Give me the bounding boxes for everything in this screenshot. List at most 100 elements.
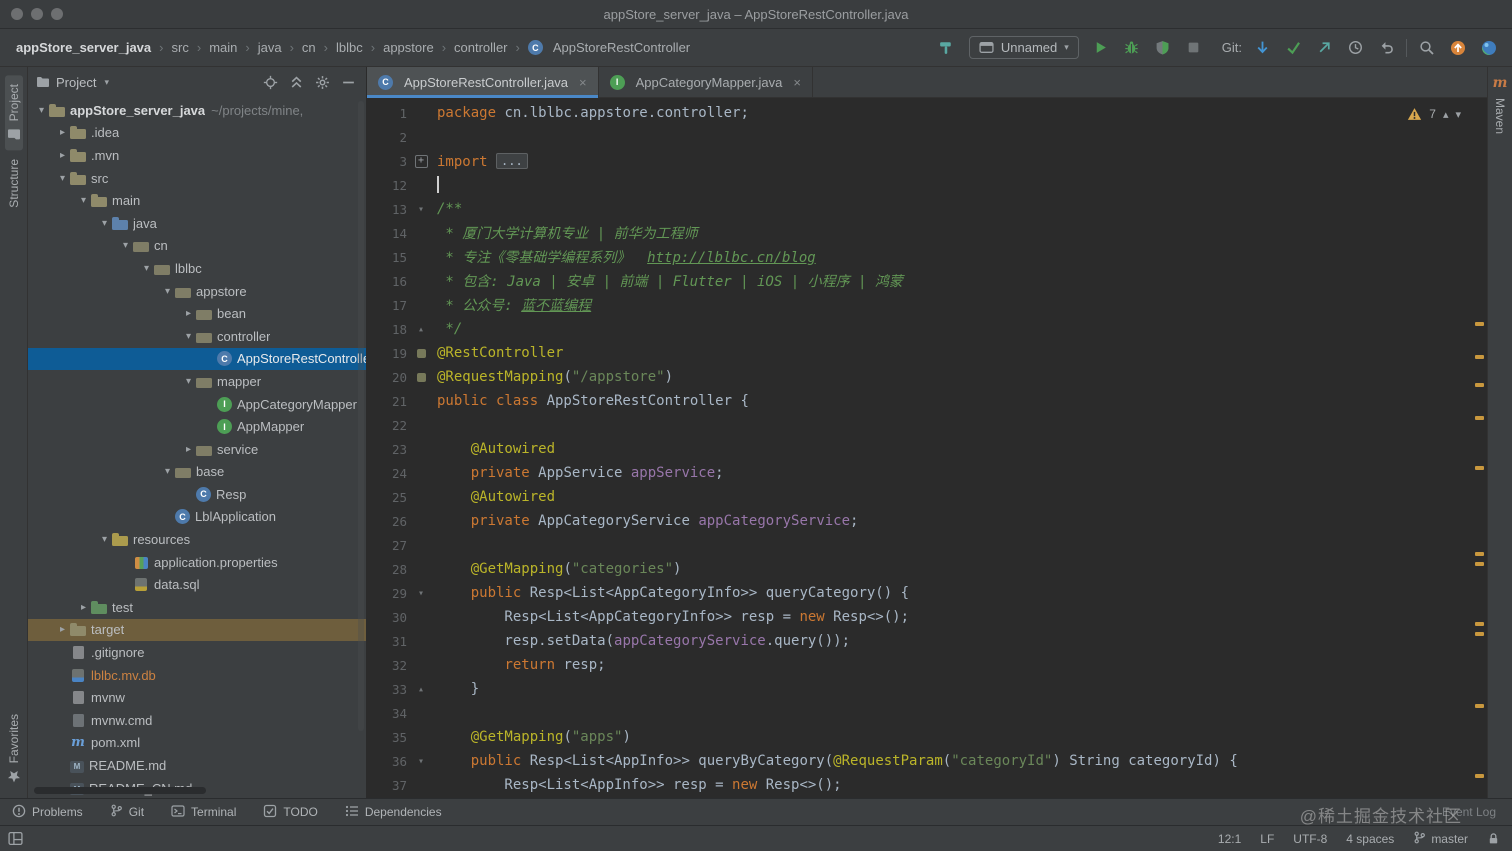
chevron-closed-icon[interactable]: ▸ bbox=[181, 308, 196, 319]
warning-stripe-mark[interactable] bbox=[1474, 562, 1484, 566]
tree-item-resources[interactable]: ▾ resources bbox=[28, 528, 366, 551]
warning-stripe-mark[interactable] bbox=[1474, 466, 1484, 470]
tree-item-base[interactable]: ▾ base bbox=[28, 461, 366, 484]
warning-stripe-mark[interactable] bbox=[1474, 322, 1484, 326]
tree-item-bean[interactable]: ▸ bean bbox=[28, 302, 366, 325]
run-configuration-select[interactable]: Unnamed ▾ bbox=[968, 36, 1079, 59]
warning-stripe-mark[interactable] bbox=[1474, 383, 1484, 387]
close-icon[interactable]: × bbox=[793, 75, 801, 90]
code-line-23[interactable]: 23 @Autowired bbox=[367, 437, 1487, 461]
tool-button-maven[interactable]: m Maven bbox=[1493, 75, 1508, 134]
code-line-37[interactable]: 37 Resp<List<AppInfo>> resp = new Resp<>… bbox=[367, 773, 1487, 797]
gutter-open-icon[interactable]: ▾ bbox=[407, 204, 435, 215]
chevron-open-icon[interactable]: ▾ bbox=[181, 376, 196, 387]
hide-panel-button[interactable] bbox=[341, 75, 356, 90]
code-line-21[interactable]: 21 public class AppStoreRestController { bbox=[367, 389, 1487, 413]
tree-item-appstore[interactable]: ▾ appstore bbox=[28, 280, 366, 303]
tree-item-readme-md[interactable]: M README.md bbox=[28, 754, 366, 777]
warning-stripe-mark[interactable] bbox=[1474, 632, 1484, 636]
chevron-open-icon[interactable]: ▾ bbox=[181, 331, 196, 342]
gear-icon[interactable] bbox=[315, 75, 330, 90]
update-notification-icon[interactable] bbox=[1447, 37, 1469, 59]
breadcrumb-item-java[interactable]: java bbox=[258, 40, 282, 55]
tree-item-main[interactable]: ▾ main bbox=[28, 189, 366, 212]
warning-stripe-mark[interactable] bbox=[1474, 355, 1484, 359]
tree-item-controller[interactable]: ▾ controller bbox=[28, 325, 366, 348]
zoom-window-button[interactable] bbox=[51, 8, 63, 20]
tool-button-favorites[interactable]: Favorites bbox=[5, 705, 23, 792]
code-line-28[interactable]: 28 @GetMapping("categories") bbox=[367, 557, 1487, 581]
breadcrumb-item-appstorerestcontroller[interactable]: C AppStoreRestController bbox=[527, 40, 690, 55]
tree-item-appstore-server-java[interactable]: ▾ appStore_server_java ~/projects/mine, bbox=[28, 99, 366, 122]
status-git-branch[interactable]: master bbox=[1413, 831, 1468, 847]
locate-file-button[interactable] bbox=[263, 75, 278, 90]
tree-item-service[interactable]: ▸ service bbox=[28, 438, 366, 461]
chevron-open-icon[interactable]: ▾ bbox=[160, 286, 175, 297]
tree-item-cn[interactable]: ▾ cn bbox=[28, 235, 366, 258]
coverage-button[interactable] bbox=[1152, 37, 1174, 59]
code-line-30[interactable]: 30 Resp<List<AppCategoryInfo>> resp = ne… bbox=[367, 605, 1487, 629]
code-line-26[interactable]: 26 private AppCategoryService appCategor… bbox=[367, 509, 1487, 533]
code-line-3[interactable]: 3 + import ... bbox=[367, 149, 1487, 173]
tree-item-lblbc-mv-db[interactable]: lblbc.mv.db bbox=[28, 664, 366, 687]
tree-item-gitignore[interactable]: .gitignore bbox=[28, 641, 366, 664]
code-line-36[interactable]: 36 ▾ public Resp<List<AppInfo>> queryByCa… bbox=[367, 749, 1487, 773]
tree-item-lblapplication[interactable]: C LblApplication bbox=[28, 506, 366, 529]
tree-item-application-properties[interactable]: application.properties bbox=[28, 551, 366, 574]
tree-item-pom-xml[interactable]: m pom.xml bbox=[28, 732, 366, 755]
tree-item-lblbc[interactable]: ▾ lblbc bbox=[28, 257, 366, 280]
debug-button[interactable] bbox=[1121, 37, 1143, 59]
tree-item-appmapper[interactable]: I AppMapper bbox=[28, 415, 366, 438]
code-line-31[interactable]: 31 resp.setData(appCategoryService.query… bbox=[367, 629, 1487, 653]
build-hammer-icon[interactable] bbox=[936, 37, 958, 59]
tool-button-terminal[interactable]: Terminal bbox=[171, 804, 236, 821]
breadcrumb-item-cn[interactable]: cn bbox=[302, 40, 316, 55]
collapse-all-button[interactable] bbox=[289, 75, 304, 90]
warning-stripe-mark[interactable] bbox=[1474, 552, 1484, 556]
tree-item-mvn[interactable]: ▸ .mvn bbox=[28, 144, 366, 167]
warning-stripe-mark[interactable] bbox=[1474, 416, 1484, 420]
stop-button[interactable] bbox=[1183, 37, 1205, 59]
toolwindow-toggle-icon[interactable] bbox=[8, 831, 23, 846]
code-line-35[interactable]: 35 @GetMapping("apps") bbox=[367, 725, 1487, 749]
project-view-select[interactable]: Project ▾ bbox=[36, 75, 109, 90]
warning-stripe-mark[interactable] bbox=[1474, 622, 1484, 626]
code-line-24[interactable]: 24 private AppService appService; bbox=[367, 461, 1487, 485]
code-line-25[interactable]: 25 @Autowired bbox=[367, 485, 1487, 509]
warning-stripe-mark[interactable] bbox=[1474, 704, 1484, 708]
code-line-18[interactable]: 18 ▴ */ bbox=[367, 317, 1487, 341]
chevron-open-icon[interactable]: ▾ bbox=[160, 466, 175, 477]
tool-button-structure[interactable]: Structure bbox=[5, 150, 23, 217]
tree-item-src[interactable]: ▾ src bbox=[28, 167, 366, 190]
git-push-button[interactable] bbox=[1313, 37, 1335, 59]
chevron-closed-icon[interactable]: ▸ bbox=[55, 127, 70, 138]
code-line-22[interactable]: 22 bbox=[367, 413, 1487, 437]
gutter-close-icon[interactable]: ▴ bbox=[407, 684, 435, 695]
tool-button-todo[interactable]: TODO bbox=[263, 804, 318, 821]
breadcrumb-item-src[interactable]: src bbox=[172, 40, 189, 55]
code-line-19[interactable]: 19 @RestController bbox=[367, 341, 1487, 365]
breadcrumb-item-controller[interactable]: controller bbox=[454, 40, 507, 55]
minimize-window-button[interactable] bbox=[31, 8, 43, 20]
code-line-2[interactable]: 2 bbox=[367, 125, 1487, 149]
lock-icon[interactable] bbox=[1487, 832, 1500, 845]
breadcrumb-item-main[interactable]: main bbox=[209, 40, 237, 55]
code-line-15[interactable]: 15 * 专注《零基础学编程系列》 http://lblbc.cn/blog bbox=[367, 245, 1487, 269]
chevron-closed-icon[interactable]: ▸ bbox=[55, 624, 70, 635]
close-window-button[interactable] bbox=[11, 8, 23, 20]
chevron-open-icon[interactable]: ▾ bbox=[55, 173, 70, 184]
editor[interactable]: 1 package cn.lblbc.appstore.controller; 2 3… bbox=[367, 98, 1487, 798]
code-line-12[interactable]: 12 bbox=[367, 173, 1487, 197]
code-line-34[interactable]: 34 bbox=[367, 701, 1487, 725]
chevron-open-icon[interactable]: ▾ bbox=[139, 263, 154, 274]
tree-item-idea[interactable]: ▸ .idea bbox=[28, 122, 366, 145]
chevron-closed-icon[interactable]: ▸ bbox=[181, 444, 196, 455]
status-line-separator[interactable]: LF bbox=[1260, 832, 1274, 846]
tool-button-git[interactable]: Git bbox=[110, 804, 144, 820]
project-tree-hscrollbar[interactable] bbox=[34, 787, 206, 794]
prev-warning-chevron-icon[interactable]: ▴ bbox=[1443, 108, 1449, 121]
tree-item-mvnw[interactable]: mvnw bbox=[28, 686, 366, 709]
code-line-32[interactable]: 32 return resp; bbox=[367, 653, 1487, 677]
chevron-open-icon[interactable]: ▾ bbox=[97, 534, 112, 545]
gutter-open-icon[interactable]: ▾ bbox=[407, 756, 435, 767]
